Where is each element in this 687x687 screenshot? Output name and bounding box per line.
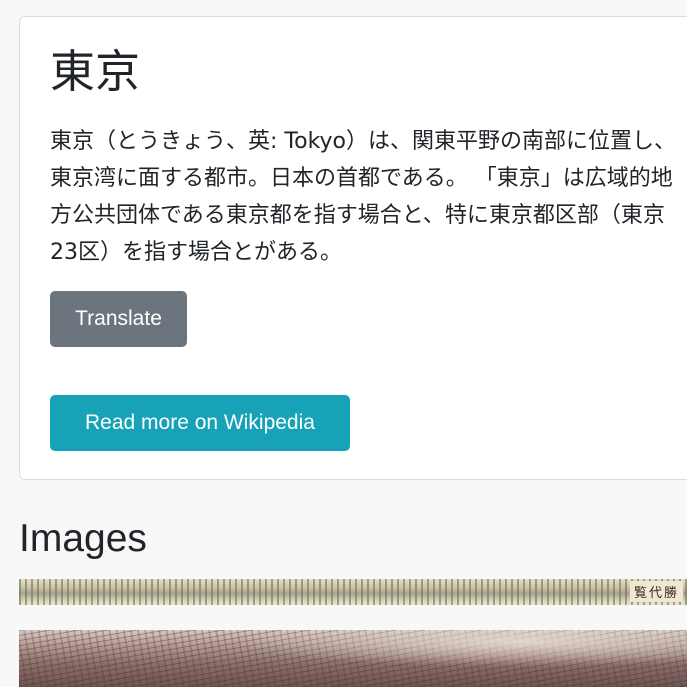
article-card: 東京 東京（とうきょう、英: Tokyo）は、関東平野の南部に位置し、東京湾に面… (19, 16, 687, 480)
wikipedia-link-button[interactable]: Read more on Wikipedia (50, 395, 350, 451)
panoramic-scroll-image[interactable]: 覧代勝 (19, 579, 687, 605)
translate-button[interactable]: Translate (50, 291, 187, 347)
aerial-city-photo[interactable] (19, 630, 687, 687)
images-heading: Images (19, 517, 147, 560)
scroll-caption-glyphs: 覧代勝 (629, 581, 683, 602)
article-title: 東京 (50, 45, 141, 98)
article-summary: 東京（とうきょう、英: Tokyo）は、関東平野の南部に位置し、東京湾に面する都… (50, 129, 677, 265)
